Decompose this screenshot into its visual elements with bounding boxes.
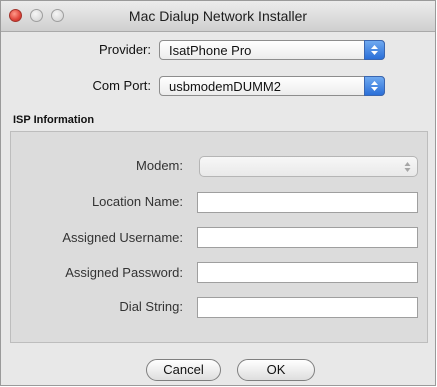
assigned-username-field[interactable] xyxy=(197,227,418,248)
dial-string-field[interactable] xyxy=(197,297,418,318)
dial-string-label: Dial String: xyxy=(119,299,183,314)
ok-button[interactable]: OK xyxy=(237,359,315,381)
provider-select[interactable]: IsatPhone Pro xyxy=(159,40,385,60)
modem-select[interactable] xyxy=(199,156,418,177)
isp-information-title: ISP Information xyxy=(13,114,95,126)
title-bar: Mac Dialup Network Installer xyxy=(1,1,435,32)
modem-label: Modem: xyxy=(136,158,183,173)
cancel-button[interactable]: Cancel xyxy=(146,359,221,381)
installer-window: Mac Dialup Network Installer Provider: I… xyxy=(0,0,436,386)
com-port-select[interactable]: usbmodemDUMM2 xyxy=(159,76,385,96)
com-port-value: usbmodemDUMM2 xyxy=(169,79,281,94)
location-name-field[interactable] xyxy=(197,192,418,213)
provider-stepper-icon xyxy=(364,40,385,60)
provider-value: IsatPhone Pro xyxy=(169,43,252,58)
window-title: Mac Dialup Network Installer xyxy=(128,8,308,24)
assigned-password-label: Assigned Password: xyxy=(65,265,183,280)
assigned-username-label: Assigned Username: xyxy=(62,230,183,245)
com-port-stepper-icon xyxy=(364,76,385,96)
modem-stepper-icon xyxy=(404,162,411,172)
location-name-label: Location Name: xyxy=(91,194,183,209)
provider-label: Provider: xyxy=(98,42,151,57)
assigned-password-field[interactable] xyxy=(197,262,418,283)
com-port-label: Com Port: xyxy=(92,78,151,93)
